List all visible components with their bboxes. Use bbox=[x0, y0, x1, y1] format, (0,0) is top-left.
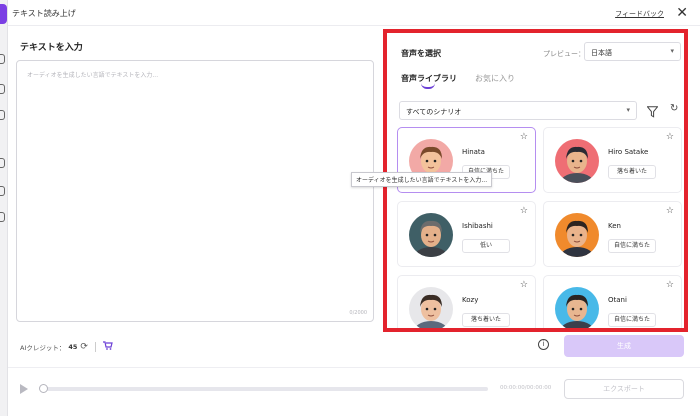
star-icon[interactable]: ☆ bbox=[520, 133, 528, 142]
star-icon[interactable]: ☆ bbox=[666, 281, 674, 290]
close-icon[interactable]: ✕ bbox=[676, 6, 688, 20]
filter-icon[interactable] bbox=[646, 103, 659, 118]
refresh-credit-icon[interactable]: ⟳ bbox=[80, 342, 88, 352]
info-icon[interactable]: i bbox=[538, 339, 549, 350]
export-button[interactable]: エクスポート bbox=[564, 379, 684, 399]
refresh-icon[interactable]: ↻ bbox=[670, 104, 678, 114]
sidebar-icon[interactable] bbox=[0, 212, 5, 222]
generate-button[interactable]: 生成 bbox=[564, 335, 684, 357]
voice-name: Ishibashi bbox=[462, 222, 493, 230]
voice-tag: 自信に満ちた bbox=[608, 239, 656, 253]
active-tab-indicator bbox=[421, 83, 435, 89]
voice-name: Otani bbox=[608, 296, 627, 304]
window-title: テキスト読み上げ bbox=[12, 9, 76, 18]
avatar bbox=[555, 213, 599, 257]
voice-card[interactable]: Kozy 落ち着いた ☆ bbox=[397, 275, 536, 328]
feedback-link[interactable]: フィードバック bbox=[615, 9, 664, 19]
preview-label: プレビュー： bbox=[543, 50, 585, 58]
voice-tag: 落ち着いた bbox=[462, 313, 510, 327]
voice-tag: 低い bbox=[462, 239, 510, 253]
sidebar-icon[interactable] bbox=[0, 110, 5, 120]
voice-tag: 落ち着いた bbox=[608, 165, 656, 179]
chevron-down-icon: ▾ bbox=[670, 47, 674, 55]
voice-card[interactable]: Otani 自信に満ちた ☆ bbox=[543, 275, 682, 328]
divider bbox=[8, 367, 700, 368]
star-icon[interactable]: ☆ bbox=[666, 133, 674, 142]
sidebar-icon[interactable] bbox=[0, 84, 5, 94]
app-sidebar-strip bbox=[0, 0, 8, 416]
star-icon[interactable]: ☆ bbox=[520, 281, 528, 290]
avatar bbox=[555, 139, 599, 183]
ai-credit-label: AIクレジット： bbox=[20, 344, 66, 352]
star-icon[interactable]: ☆ bbox=[666, 207, 674, 216]
text-input-area[interactable]: オーディオを生成したい言語でテキストを入力... 0/2000 bbox=[16, 60, 374, 322]
ai-credit-value: 45 bbox=[68, 343, 78, 351]
playback-progress-bar[interactable] bbox=[39, 384, 488, 393]
language-select[interactable]: 日本語 ▾ bbox=[584, 42, 681, 61]
title-bar: テキスト読み上げ フィードバック ✕ bbox=[8, 0, 700, 26]
app-logo bbox=[0, 4, 7, 24]
star-icon[interactable]: ☆ bbox=[520, 207, 528, 216]
playback-time: 00:00:00/00:00:00 bbox=[500, 385, 552, 391]
tooltip: オーディオを生成したい言語でテキストを入力... bbox=[351, 172, 493, 187]
sidebar-icon[interactable] bbox=[0, 54, 5, 64]
text-to-speech-window: テキスト読み上げ フィードバック ✕ テキストを入力 オーディオを生成したい言語… bbox=[0, 0, 700, 416]
voice-name: Ken bbox=[608, 222, 621, 230]
avatar bbox=[555, 287, 599, 328]
voice-panel-title: 音声を選択 bbox=[401, 49, 441, 58]
language-value: 日本語 bbox=[591, 49, 612, 57]
cart-icon[interactable] bbox=[102, 341, 113, 353]
voice-card[interactable]: Ishibashi 低い ☆ bbox=[397, 201, 536, 267]
text-input-heading: テキストを入力 bbox=[20, 43, 83, 53]
voice-name: Kozy bbox=[462, 296, 479, 304]
text-input-placeholder: オーディオを生成したい言語でテキストを入力... bbox=[27, 72, 159, 79]
voice-card[interactable]: Ken 自信に満ちた ☆ bbox=[543, 201, 682, 267]
voice-name: Hiro Satake bbox=[608, 148, 649, 156]
play-icon[interactable] bbox=[20, 384, 28, 394]
voice-card[interactable]: Hiro Satake 落ち着いた ☆ bbox=[543, 127, 682, 193]
divider bbox=[94, 342, 96, 352]
chevron-down-icon: ▾ bbox=[626, 106, 630, 114]
char-count: 0/2000 bbox=[349, 310, 367, 316]
avatar bbox=[409, 287, 453, 328]
scenario-value: すべてのシナリオ bbox=[406, 108, 462, 116]
scenario-select[interactable]: すべてのシナリオ ▾ bbox=[399, 101, 637, 120]
tab-favorites[interactable]: お気に入り bbox=[475, 73, 515, 84]
playback-thumb[interactable] bbox=[39, 384, 48, 393]
avatar bbox=[409, 213, 453, 257]
sidebar-icon[interactable] bbox=[0, 158, 5, 168]
sidebar-icon[interactable] bbox=[0, 186, 5, 196]
voice-tag: 自信に満ちた bbox=[608, 313, 656, 327]
ai-credit: AIクレジット： 45 ⟳ bbox=[20, 341, 113, 353]
voice-name: Hinata bbox=[462, 148, 485, 156]
